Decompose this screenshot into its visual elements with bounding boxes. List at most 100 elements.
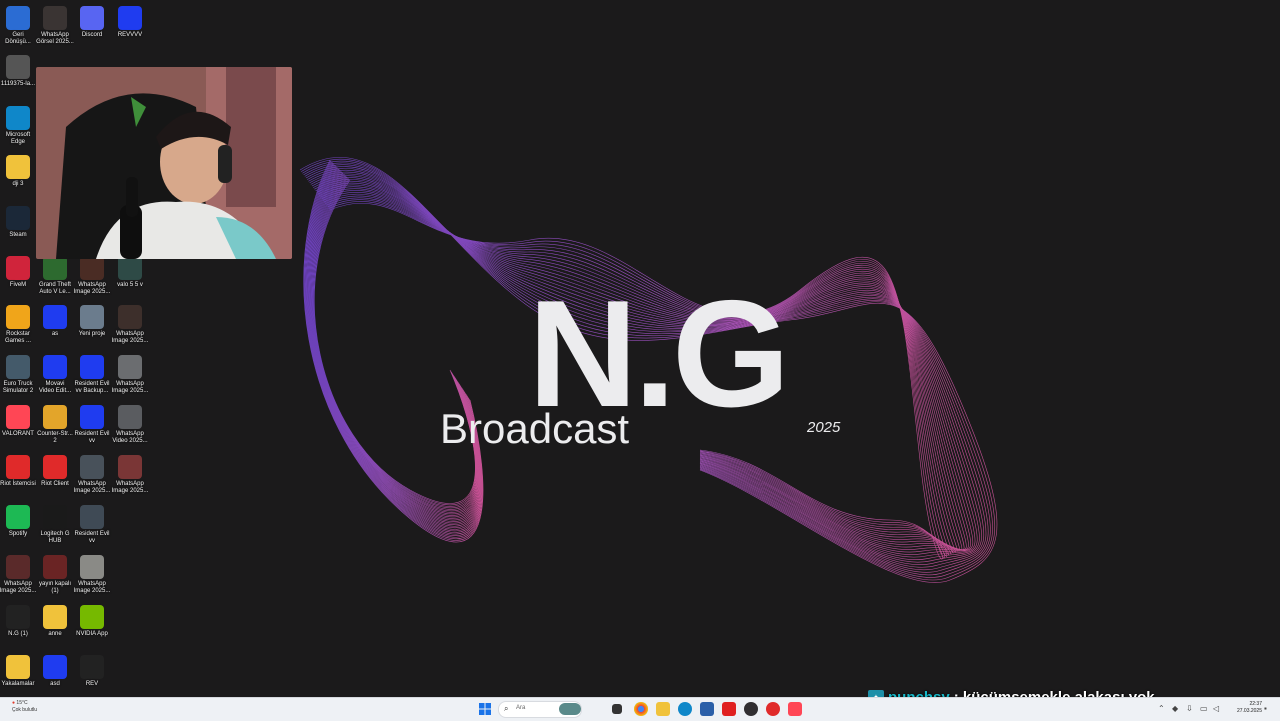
desktop-icon[interactable]: Grand Theft Auto V Le...	[36, 256, 74, 296]
desktop-icon[interactable]: Resident Evil vv	[73, 505, 111, 545]
desktop-icon-label: dji 3	[12, 181, 24, 187]
logitech-icon	[43, 505, 67, 529]
volume-icon[interactable]: ◁	[1213, 704, 1219, 713]
taskbar-search[interactable]: ⌕ Ara	[498, 701, 582, 718]
clock-time: 22:37	[1249, 701, 1262, 707]
obs-icon[interactable]	[744, 702, 758, 716]
tray-app-icon[interactable]: ◆	[1172, 704, 1178, 713]
desktop-icon[interactable]: Resident Evil vv	[73, 405, 111, 445]
windows-icon	[479, 703, 491, 715]
desktop-icon[interactable]: WhatsApp Image 2025...	[0, 555, 37, 595]
blue-app-icon	[43, 655, 67, 679]
wave-line	[310, 173, 478, 516]
desktop-icon[interactable]: 1119375-la...	[0, 55, 37, 88]
file-explorer-icon[interactable]	[656, 702, 670, 716]
desktop-icon-label: asd	[50, 681, 60, 687]
edge-taskbar-icon[interactable]	[678, 702, 692, 716]
valorant-icon	[6, 405, 30, 429]
desktop-icon[interactable]: Spotify	[0, 505, 37, 538]
desktop-icon[interactable]: Counter-Str... 2	[36, 405, 74, 445]
desktop-icon[interactable]: Riot İstemcisi	[0, 455, 37, 488]
desktop-icon[interactable]: Movavi Video Edit...	[36, 355, 74, 395]
desktop-icon[interactable]: Yakalamalar	[0, 655, 37, 688]
desktop-icon-label: Counter-Str... 2	[37, 431, 73, 444]
desktop-icon[interactable]: Rockstar Games ...	[0, 305, 37, 345]
wave-line	[311, 174, 478, 515]
desktop-icon[interactable]: asd	[36, 655, 74, 688]
desktop-icon[interactable]: VALORANT	[0, 405, 37, 438]
counter-strike-icon	[43, 405, 67, 429]
search-placeholder: Ara	[516, 705, 526, 711]
tray-download-icon[interactable]: ⇩	[1186, 704, 1193, 713]
fivem-icon	[6, 256, 30, 280]
taskbar-clock[interactable]: 22:37 27.03.2025	[1226, 701, 1262, 715]
wallpaper-year-text: 2025	[807, 419, 841, 436]
desktop-icon[interactable]: anne	[36, 605, 74, 638]
desktop-icon[interactable]: valo 5 5 v	[111, 256, 149, 289]
search-icon: ⌕	[504, 704, 509, 713]
desktop-icon-label: Resident Evil vv	[74, 531, 110, 544]
wave-line	[309, 171, 479, 519]
chrome-icon[interactable]	[634, 702, 648, 716]
youtube-icon[interactable]	[722, 702, 736, 716]
desktop-icon[interactable]: Resident Evil vv Backup...	[73, 355, 111, 395]
rockstar-icon	[6, 305, 30, 329]
desktop-icon[interactable]: WhatsApp Image 2025...	[111, 305, 149, 345]
blue-app-icon	[118, 6, 142, 30]
blue-app-icon	[43, 355, 67, 379]
image-thumbnail-icon	[80, 655, 104, 679]
start-button[interactable]	[478, 702, 492, 716]
recycle-bin-icon	[6, 6, 30, 30]
desktop-icon-label: valo 5 5 v	[117, 282, 143, 288]
taskbar: ● 15°C Çok bulutlu ⌕ Ara ⌃ ◆ ⇩ ▭ ◁ 22:37…	[0, 697, 1280, 721]
desktop-icon[interactable]: N.G (1)	[0, 605, 37, 638]
app-taskbar-icon[interactable]	[700, 702, 714, 716]
desktop-icon[interactable]: WhatsApp Image 2025...	[73, 455, 111, 495]
desktop-icon[interactable]: FiveM	[0, 256, 37, 289]
desktop-icon-label: Steam	[9, 232, 27, 238]
spotify-icon	[6, 505, 30, 529]
desktop-icon[interactable]: dji 3	[0, 155, 37, 188]
image-thumbnail-icon	[80, 555, 104, 579]
recording-app-icon[interactable]	[766, 702, 780, 716]
desktop-icon[interactable]: WhatsApp Image 2025...	[111, 455, 149, 495]
desktop-icon-label: WhatsApp Video 2025...	[112, 431, 148, 444]
desktop-icon[interactable]: Euro Truck Simulator 2	[0, 355, 37, 395]
desktop-icon[interactable]: yayın kapalı (1)	[36, 555, 74, 595]
network-icon[interactable]: ▭	[1200, 704, 1208, 713]
wave-line	[306, 166, 481, 530]
desktop-icon-label: WhatsApp Görsel 2025...	[36, 32, 74, 45]
desktop-icon[interactable]: REVVVV	[111, 6, 149, 39]
desktop-icon[interactable]: WhatsApp Image 2025...	[111, 355, 149, 395]
desktop-icon[interactable]: Discord	[73, 6, 111, 39]
desktop-icon[interactable]: WhatsApp Video 2025...	[111, 405, 149, 445]
desktop-icon-label: anne	[48, 631, 62, 637]
valorant-taskbar-icon[interactable]	[788, 702, 802, 716]
desktop-icon-label: Microsoft Edge	[5, 132, 31, 145]
tray-chevron-icon[interactable]: ⌃	[1158, 704, 1165, 713]
image-thumbnail-icon	[43, 555, 67, 579]
image-thumbnail-icon	[118, 305, 142, 329]
desktop-icon[interactable]: WhatsApp Image 2025...	[73, 256, 111, 296]
desktop-icon[interactable]: Steam	[0, 206, 37, 239]
desktop-icon[interactable]: REV	[73, 655, 111, 688]
desktop-icon[interactable]: Riot Client	[36, 455, 74, 488]
desktop-icon[interactable]: Geri Dönüşü...	[0, 6, 37, 46]
desktop-icon[interactable]: as	[36, 305, 74, 338]
desktop-icon[interactable]: Yeni proje	[73, 305, 111, 338]
desktop-icon[interactable]: NVIDIA App	[73, 605, 111, 638]
blue-app-icon	[43, 305, 67, 329]
desktop-icon[interactable]: WhatsApp Görsel 2025...	[36, 6, 74, 46]
wallpaper-subtitle-text: Broadcast	[440, 405, 630, 452]
folder-icon	[6, 155, 30, 179]
desktop-icon-label: REVVVV	[117, 32, 143, 38]
folder-icon	[6, 655, 30, 679]
weather-widget[interactable]: ● 15°C Çok bulutlu	[12, 700, 37, 714]
image-thumbnail-icon	[43, 6, 67, 30]
edge-icon	[6, 106, 30, 130]
task-view-button[interactable]	[612, 704, 622, 714]
notification-icon[interactable]: ▪	[1264, 704, 1267, 713]
desktop-icon[interactable]: Logitech G HUB	[36, 505, 74, 545]
desktop-icon[interactable]: WhatsApp Image 2025...	[73, 555, 111, 595]
desktop-icon[interactable]: Microsoft Edge	[0, 106, 37, 146]
